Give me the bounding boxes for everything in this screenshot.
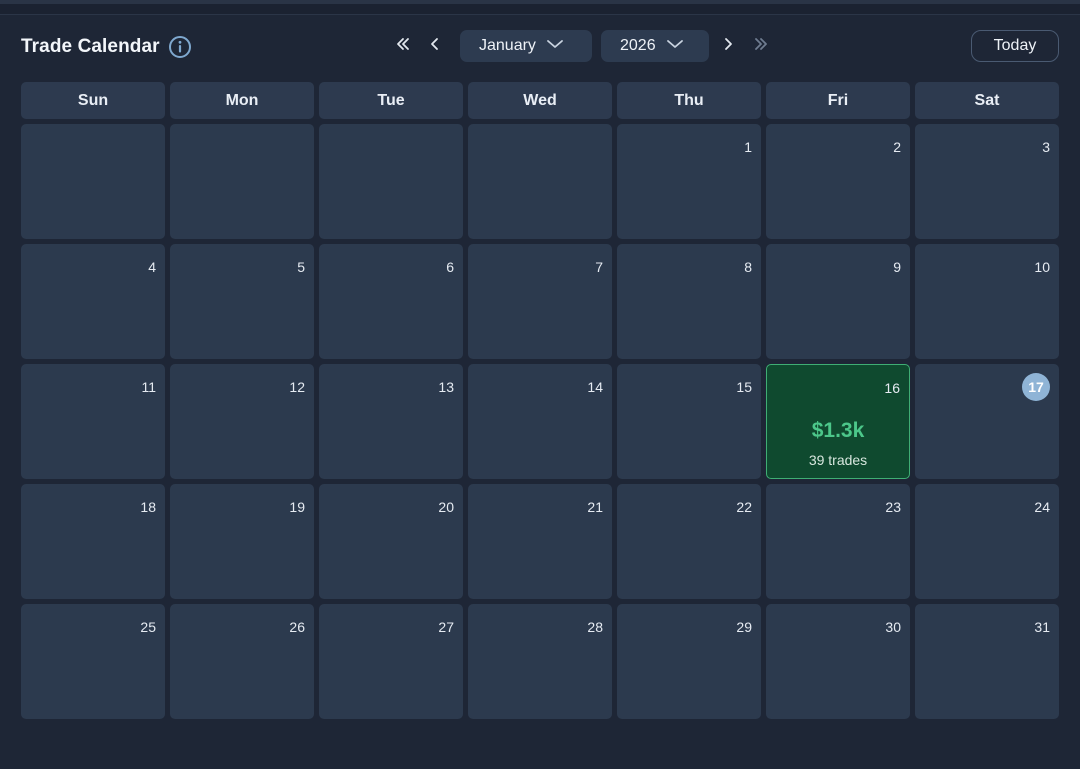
title-group: Trade Calendar bbox=[21, 35, 192, 59]
weekday-label: Mon bbox=[170, 82, 314, 119]
day-cell[interactable]: 13 bbox=[319, 364, 463, 479]
double-chevron-left-icon bbox=[394, 35, 412, 58]
empty-day-cell bbox=[21, 124, 165, 239]
day-cell[interactable]: 16 $1.3k 39 trades bbox=[766, 364, 910, 479]
day-cell[interactable]: 1 bbox=[617, 124, 761, 239]
chevron-right-icon bbox=[721, 35, 735, 58]
previous-month-button[interactable] bbox=[424, 30, 446, 62]
empty-day-cell bbox=[319, 124, 463, 239]
weekday-label: Wed bbox=[468, 82, 612, 119]
day-number: 23 bbox=[885, 499, 901, 515]
day-number: 6 bbox=[446, 259, 454, 275]
year-select-label: 2026 bbox=[620, 37, 656, 54]
day-cell[interactable]: 27 bbox=[319, 604, 463, 719]
weekday-label: Tue bbox=[319, 82, 463, 119]
day-number: 25 bbox=[140, 619, 156, 635]
day-cell[interactable]: 10 bbox=[915, 244, 1059, 359]
month-select[interactable]: January bbox=[460, 30, 592, 62]
day-cell[interactable]: 18 bbox=[21, 484, 165, 599]
next-month-button[interactable] bbox=[717, 30, 739, 62]
day-cell[interactable]: 4 bbox=[21, 244, 165, 359]
day-cell[interactable]: 6 bbox=[319, 244, 463, 359]
empty-day-cell bbox=[170, 124, 314, 239]
day-cell[interactable]: 2 bbox=[766, 124, 910, 239]
day-number: 18 bbox=[140, 499, 156, 515]
day-number: 9 bbox=[893, 259, 901, 275]
day-number: 16 bbox=[884, 380, 900, 396]
day-cell[interactable]: 17 bbox=[915, 364, 1059, 479]
chevron-down-icon bbox=[666, 37, 684, 55]
day-number: 1 bbox=[744, 139, 752, 155]
day-cell[interactable]: 24 bbox=[915, 484, 1059, 599]
day-number: 15 bbox=[736, 379, 752, 395]
today-date-badge: 17 bbox=[1022, 373, 1050, 401]
day-cell[interactable]: 5 bbox=[170, 244, 314, 359]
day-cell[interactable]: 29 bbox=[617, 604, 761, 719]
day-cell[interactable]: 19 bbox=[170, 484, 314, 599]
day-number: 22 bbox=[736, 499, 752, 515]
day-cell[interactable]: 26 bbox=[170, 604, 314, 719]
next-year-button[interactable] bbox=[750, 30, 772, 62]
day-cell[interactable]: 12 bbox=[170, 364, 314, 479]
day-number: 10 bbox=[1034, 259, 1050, 275]
weekday-label: Fri bbox=[766, 82, 910, 119]
day-cell[interactable]: 28 bbox=[468, 604, 612, 719]
day-number: 31 bbox=[1034, 619, 1050, 635]
calendar-grid: 1 2 3 4 5 6 7 8 9 10 11 12 13 14 15 16 $1.3k 39 trades 17 1… bbox=[21, 124, 1059, 719]
day-number: 5 bbox=[297, 259, 305, 275]
year-select[interactable]: 2026 bbox=[601, 30, 709, 62]
day-number: 21 bbox=[587, 499, 603, 515]
day-number: 4 bbox=[148, 259, 156, 275]
weekday-label: Sat bbox=[915, 82, 1059, 119]
daily-pnl: $1.3k bbox=[811, 419, 865, 442]
day-number: 7 bbox=[595, 259, 603, 275]
day-number: 2 bbox=[893, 139, 901, 155]
month-select-label: January bbox=[479, 37, 536, 54]
double-chevron-right-icon bbox=[752, 35, 770, 58]
empty-day-cell bbox=[468, 124, 612, 239]
day-number: 28 bbox=[587, 619, 603, 635]
day-cell[interactable]: 11 bbox=[21, 364, 165, 479]
day-number: 14 bbox=[587, 379, 603, 395]
trade-count: 39 trades bbox=[808, 452, 868, 468]
day-number: 12 bbox=[289, 379, 305, 395]
today-button[interactable]: Today bbox=[971, 30, 1059, 62]
day-cell[interactable]: 23 bbox=[766, 484, 910, 599]
page-title: Trade Calendar bbox=[21, 36, 160, 57]
day-number: 26 bbox=[289, 619, 305, 635]
calendar-header: Trade Calendar January 2026 Today bbox=[0, 15, 1080, 81]
day-cell[interactable]: 15 bbox=[617, 364, 761, 479]
day-cell[interactable]: 25 bbox=[21, 604, 165, 719]
day-cell[interactable]: 31 bbox=[915, 604, 1059, 719]
weekday-label: Sun bbox=[21, 82, 165, 119]
weekday-header-row: Sun Mon Tue Wed Thu Fri Sat bbox=[21, 82, 1059, 119]
top-bar bbox=[0, 0, 1080, 15]
day-cell[interactable]: 7 bbox=[468, 244, 612, 359]
day-number: 13 bbox=[438, 379, 454, 395]
info-icon[interactable] bbox=[168, 35, 192, 59]
day-cell[interactable]: 8 bbox=[617, 244, 761, 359]
day-cell[interactable]: 9 bbox=[766, 244, 910, 359]
day-number: 20 bbox=[438, 499, 454, 515]
day-number: 8 bbox=[744, 259, 752, 275]
day-number: 11 bbox=[141, 379, 156, 395]
day-cell[interactable]: 21 bbox=[468, 484, 612, 599]
previous-year-button[interactable] bbox=[392, 30, 414, 62]
day-number: 3 bbox=[1042, 139, 1050, 155]
day-cell[interactable]: 3 bbox=[915, 124, 1059, 239]
day-number: 27 bbox=[438, 619, 454, 635]
day-cell[interactable]: 20 bbox=[319, 484, 463, 599]
day-number: 29 bbox=[736, 619, 752, 635]
day-cell[interactable]: 30 bbox=[766, 604, 910, 719]
chevron-left-icon bbox=[428, 35, 442, 58]
day-cell[interactable]: 14 bbox=[468, 364, 612, 479]
day-number: 24 bbox=[1034, 499, 1050, 515]
chevron-down-icon bbox=[546, 37, 564, 55]
day-number: 30 bbox=[885, 619, 901, 635]
day-cell[interactable]: 22 bbox=[617, 484, 761, 599]
day-number: 19 bbox=[289, 499, 305, 515]
weekday-label: Thu bbox=[617, 82, 761, 119]
